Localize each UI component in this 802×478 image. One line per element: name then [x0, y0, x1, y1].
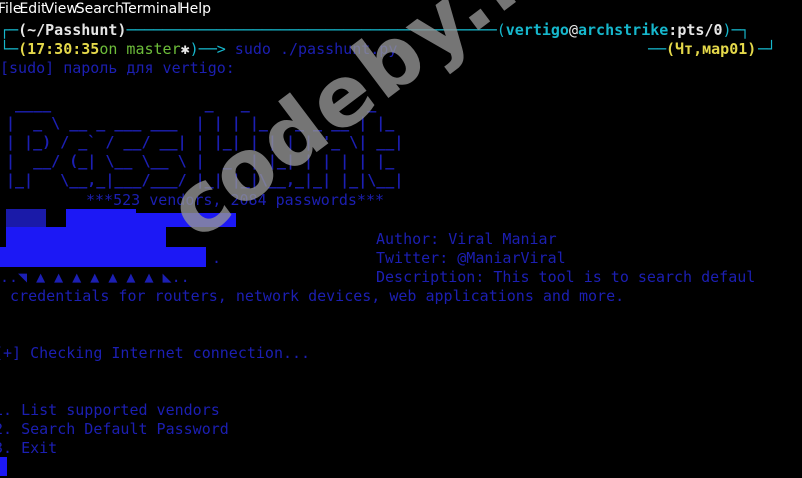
option-exit: 3. Exit	[0, 439, 58, 457]
prompt-date: (Чт,мар01)	[666, 40, 757, 58]
menu-file[interactable]: File	[0, 0, 21, 19]
prompt-branch: on master	[99, 40, 181, 58]
option-search-password: 2. Search Default Password	[0, 420, 229, 438]
terminal-cursor[interactable]	[0, 457, 7, 476]
menu-edit[interactable]: Edit	[19, 0, 46, 19]
author-line: Author: Viral Maniar	[376, 230, 557, 248]
option-list-vendors: 1. List supported vendors	[0, 401, 220, 419]
prompt-tty: :pts/0	[668, 21, 723, 39]
description-line: Description: This tool is to search defa…	[376, 268, 756, 286]
twitter-line: Twitter: @ManiarViral	[376, 249, 566, 267]
branch-mark-icon: ✱	[180, 40, 190, 58]
description-continuation: t credentials for routers, network devic…	[0, 287, 625, 305]
menu-terminal[interactable]: Terminal	[122, 0, 181, 19]
prompt-host: archstrike	[577, 21, 669, 39]
menu-help[interactable]: Help	[179, 0, 211, 19]
menu-view[interactable]: View	[45, 0, 78, 19]
internet-check-status: [+] Checking Internet connection...	[0, 344, 311, 362]
menu-search[interactable]: Search	[76, 0, 124, 19]
triangle-row: ..◥ ▲ ▲ ▲ ▲ ▲ ▲ ▲ ◣..	[0, 268, 190, 286]
sudo-password-prompt: [sudo] пароль для vertigo:	[0, 59, 235, 77]
prompt-dir: (~/Passhunt)	[18, 21, 127, 39]
prompt-time: (17:30:35	[18, 40, 100, 58]
